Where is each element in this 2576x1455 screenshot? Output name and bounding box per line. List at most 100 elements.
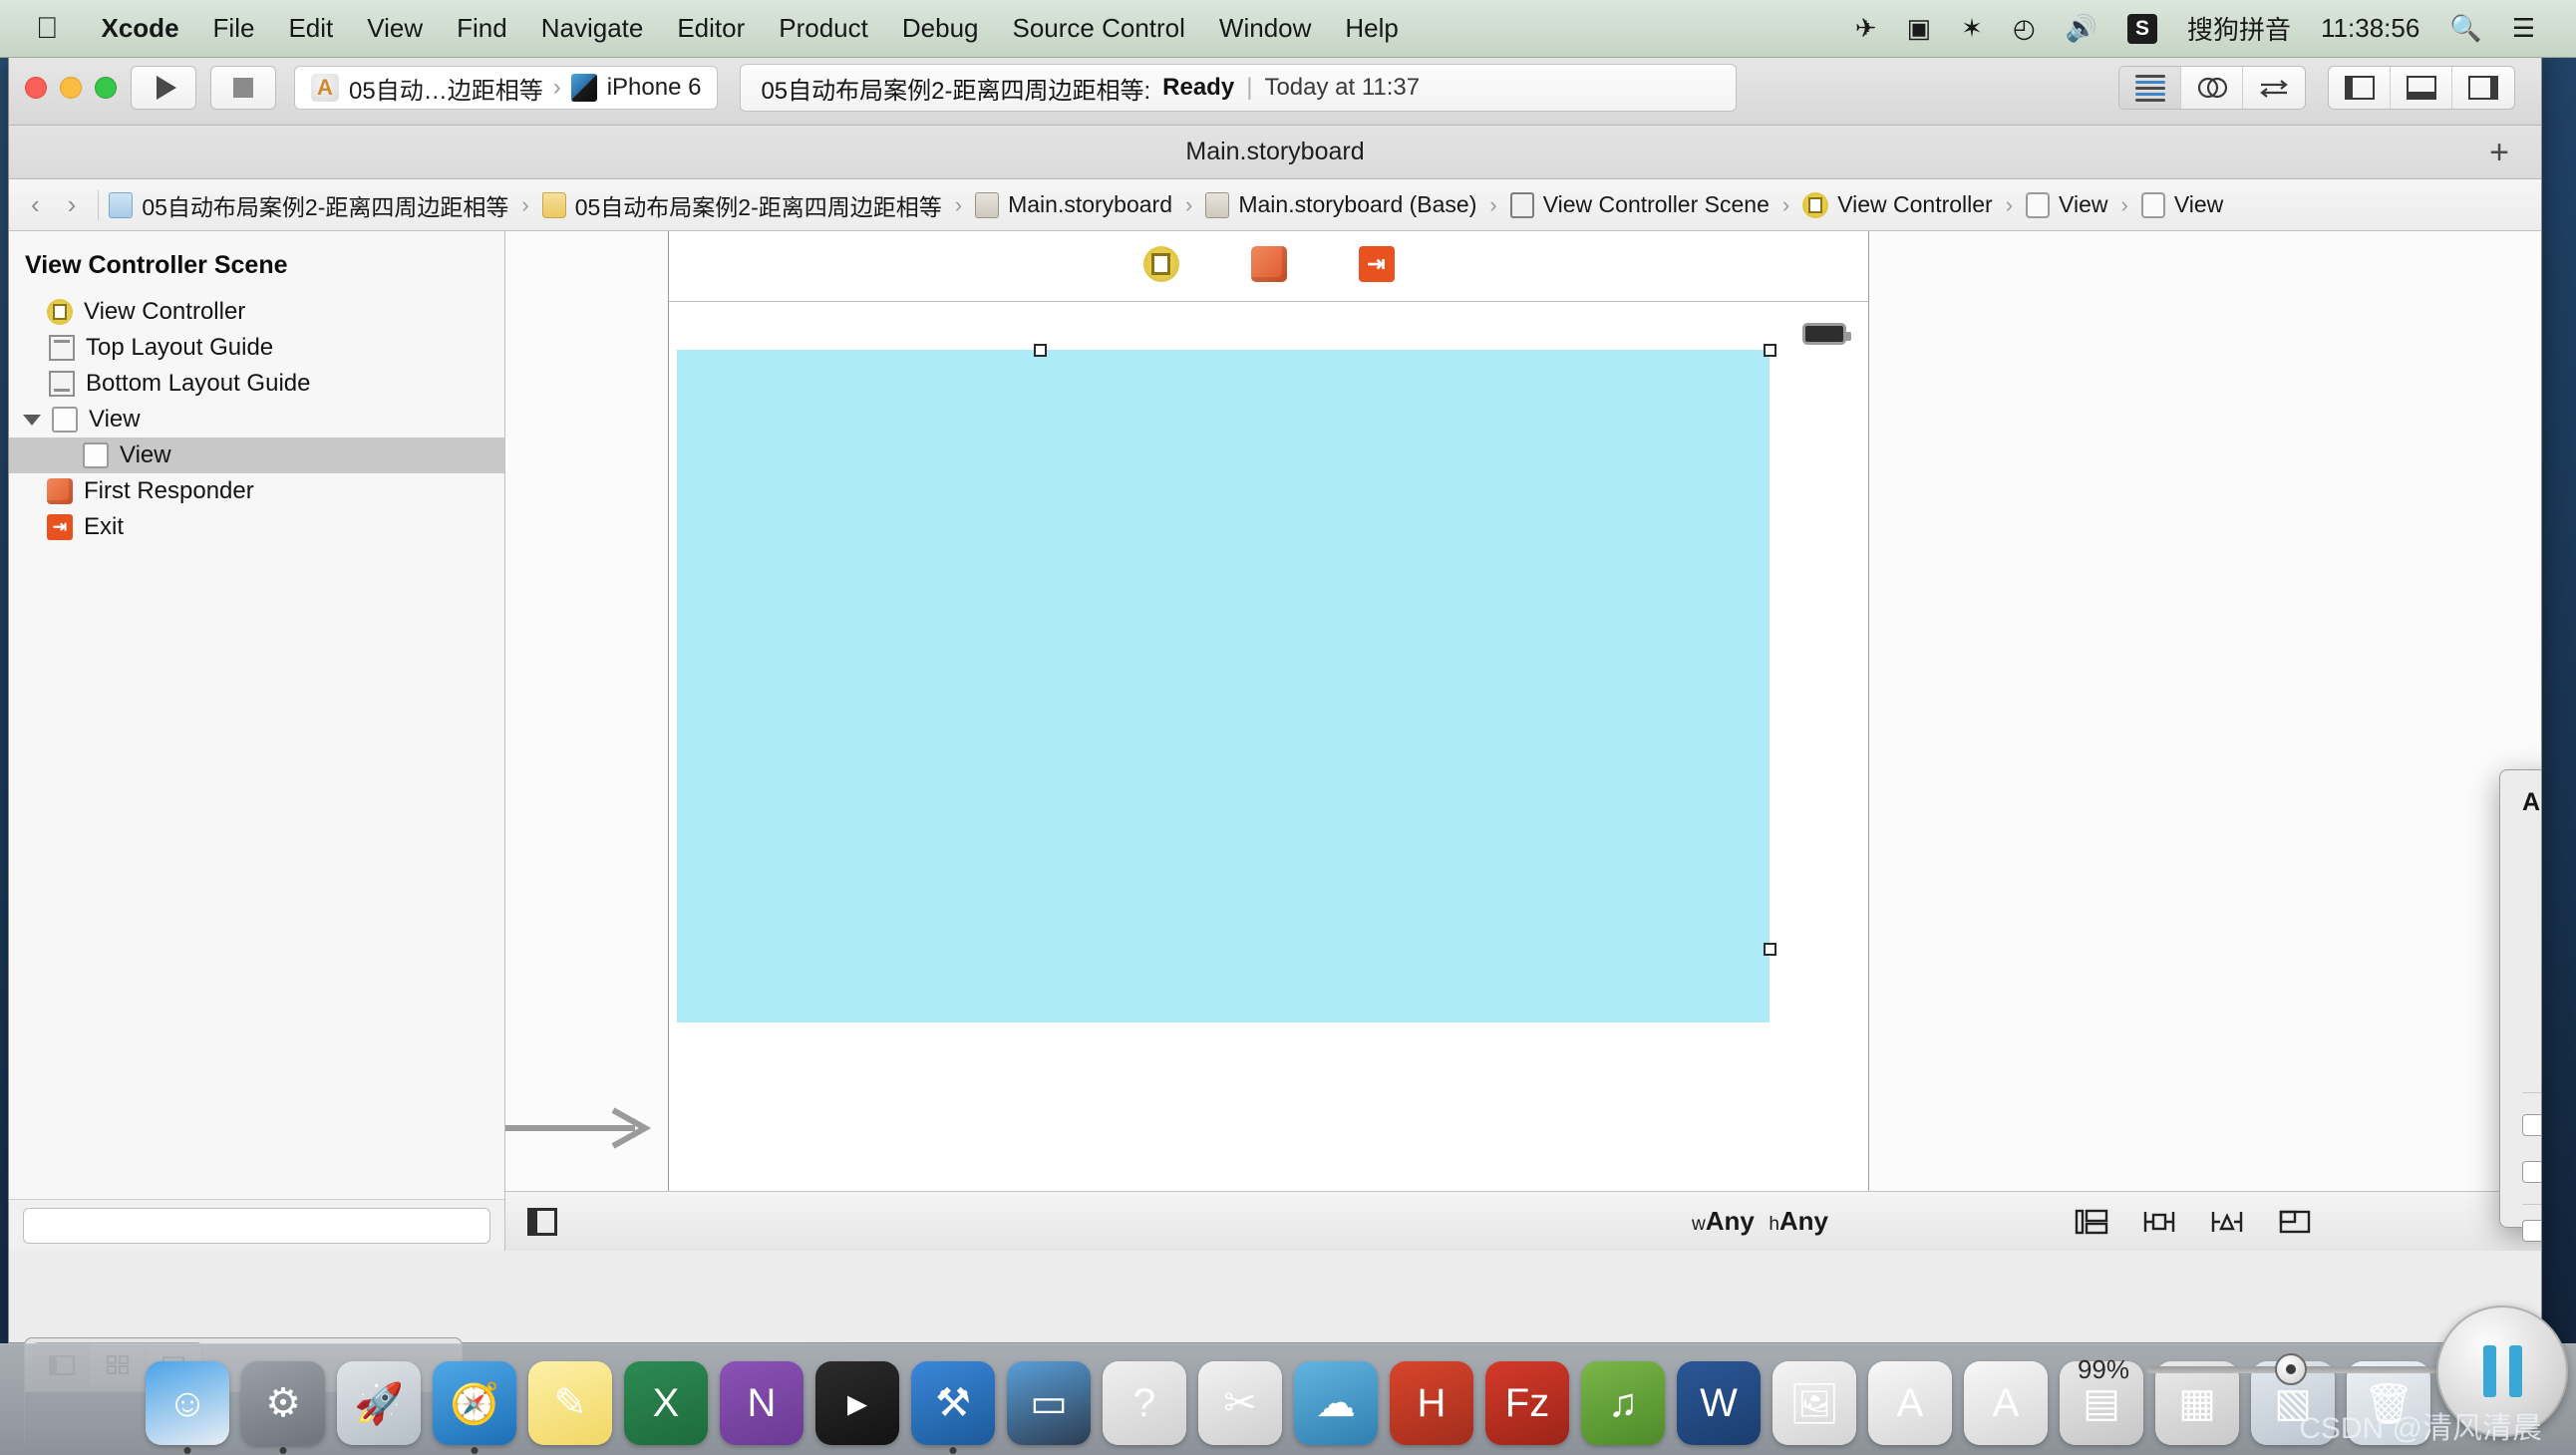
menu-item-window[interactable]: Window — [1202, 13, 1328, 44]
zoom-slider-track[interactable] — [2147, 1353, 2476, 1385]
align-button[interactable] — [2075, 1207, 2108, 1237]
terminal-icon[interactable]: ▸ — [815, 1361, 899, 1445]
outline-filter-input[interactable] — [23, 1207, 490, 1244]
menu-item-find[interactable]: Find — [440, 13, 524, 44]
stop-button[interactable] — [210, 66, 276, 110]
equal-widths-row[interactable]: ≡ Equal Widths — [2522, 1217, 2541, 1244]
interface-builder-canvas[interactable]: ⇥ wAny hAny A — [505, 231, 2541, 1251]
word-icon[interactable]: W — [1677, 1361, 1761, 1445]
outline-row-view-child[interactable]: View — [9, 437, 504, 473]
outline-row-first-responder[interactable]: First Responder — [9, 473, 504, 509]
height-checkbox[interactable] — [2522, 1161, 2541, 1183]
add-new-constraints-popover[interactable]: Add New Constraints 50 50 50 — [2499, 769, 2541, 1242]
size-class-label[interactable]: wAny hAny — [1692, 1206, 1828, 1237]
bluetooth-icon[interactable]: ✶ — [1946, 13, 1998, 44]
font-book-icon[interactable]: A — [1868, 1361, 1952, 1445]
cloud-app-icon[interactable]: ☁ — [1294, 1361, 1378, 1445]
notification-center-icon[interactable]: ☰ — [2497, 13, 2550, 44]
breadcrumb-storyboard-base[interactable]: Main.storyboard (Base) — [1205, 191, 1476, 218]
constrain-to-margins-row[interactable]: ✓ Constrain to margins — [2522, 1053, 2541, 1080]
breadcrumb-view-controller[interactable]: View Controller — [1802, 191, 1993, 218]
media-app-icon[interactable]: ♫ — [1581, 1361, 1665, 1445]
breadcrumb-view-child[interactable]: View — [2140, 191, 2223, 218]
menu-item-debug[interactable]: Debug — [885, 13, 996, 44]
scissors-icon[interactable]: ✂ — [1198, 1361, 1282, 1445]
menu-item-help[interactable]: Help — [1328, 13, 1415, 44]
outline-row-exit[interactable]: ⇥ Exit — [9, 509, 504, 545]
menu-item-product[interactable]: Product — [762, 13, 885, 44]
time-machine-icon[interactable]: ◴ — [1998, 13, 2051, 44]
disclosure-triangle-icon[interactable] — [23, 414, 41, 426]
xcode-icon[interactable]: ⚒ — [911, 1361, 995, 1454]
outline-row-top-layout-guide[interactable]: Top Layout Guide — [9, 330, 504, 366]
back-button[interactable]: ‹ — [19, 189, 52, 220]
selection-handle-right[interactable] — [1764, 943, 1776, 956]
add-tab-button[interactable]: + — [2489, 136, 2509, 169]
width-constraint-row[interactable]: ↔ Width 600 — [2522, 1105, 2541, 1145]
forward-button[interactable]: › — [56, 189, 89, 220]
zoom-slider-knob[interactable] — [2275, 1353, 2307, 1385]
breadcrumb-folder[interactable]: 05自动布局案例2-距离四周边距相等 — [541, 188, 942, 222]
exit-icon[interactable]: ⇥ — [1358, 246, 1395, 282]
equal-widths-checkbox[interactable] — [2522, 1219, 2541, 1242]
pin-button[interactable] — [2142, 1207, 2176, 1237]
onenote-icon[interactable]: N — [720, 1361, 804, 1445]
menu-item-edit[interactable]: Edit — [271, 13, 350, 44]
preview-icon[interactable]: 🖼 — [1772, 1361, 1856, 1445]
active-tab-title[interactable]: Main.storyboard — [9, 138, 2541, 166]
resizing-behavior-button[interactable] — [2278, 1207, 2312, 1237]
outline-row-view-controller[interactable]: View Controller — [9, 294, 504, 330]
breadcrumb-storyboard[interactable]: Main.storyboard — [975, 191, 1172, 218]
breadcrumb-project[interactable]: 05自动布局案例2-距离四周边距相等 — [109, 188, 508, 222]
width-checkbox[interactable] — [2522, 1114, 2541, 1136]
version-editor-button[interactable] — [2243, 67, 2305, 109]
input-method-label[interactable]: 搜狗拼音 — [2172, 10, 2306, 47]
apple-menu-icon[interactable]:  — [36, 13, 59, 44]
close-button[interactable] — [25, 77, 47, 99]
breadcrumb-view-parent[interactable]: View — [2026, 191, 2107, 218]
notes-icon[interactable]: ✎ — [528, 1361, 612, 1445]
selected-subview[interactable] — [677, 350, 1770, 1022]
toggle-utilities-button[interactable] — [2452, 67, 2514, 109]
selection-handle-top-right[interactable] — [1764, 344, 1776, 357]
excel-icon[interactable]: X — [624, 1361, 708, 1445]
menu-item-xcode[interactable]: Xcode — [85, 13, 196, 44]
outline-row-bottom-layout-guide[interactable]: Bottom Layout Guide — [9, 366, 504, 402]
first-responder-icon[interactable] — [1250, 246, 1287, 282]
constraint-struts[interactable] — [2522, 833, 2541, 1022]
standard-editor-button[interactable] — [2119, 67, 2181, 109]
help-icon[interactable]: ? — [1103, 1361, 1186, 1445]
outline-row-view-parent[interactable]: View — [9, 402, 504, 437]
breadcrumb-scene[interactable]: View Controller Scene — [1509, 191, 1770, 218]
safari-icon[interactable]: 🧭 — [433, 1361, 516, 1454]
font-book-alt-icon[interactable]: A — [1964, 1361, 2048, 1445]
view-controller-icon[interactable] — [1142, 246, 1179, 282]
height-constraint-row[interactable]: ↕ Height 600 — [2522, 1152, 2541, 1192]
input-method-badge[interactable]: S — [2112, 13, 2172, 44]
selection-handle-top[interactable] — [1034, 344, 1047, 357]
run-button[interactable] — [131, 66, 196, 110]
minimize-button[interactable] — [60, 77, 82, 99]
volume-icon[interactable]: 🔊 — [2051, 13, 2112, 44]
system-preferences-icon[interactable]: ⚙ — [241, 1361, 325, 1454]
resolve-auto-layout-issues-button[interactable] — [2210, 1207, 2244, 1237]
launchpad-icon[interactable]: 🚀 — [337, 1361, 421, 1445]
toggle-navigator-button[interactable] — [2329, 67, 2391, 109]
search-icon[interactable]: 🔍 — [2434, 13, 2496, 44]
view-controller-scene[interactable]: ⇥ — [668, 231, 1869, 1251]
http-tool-icon[interactable]: H — [1390, 1361, 1473, 1445]
menu-item-source-control[interactable]: Source Control — [996, 13, 1202, 44]
menu-item-editor[interactable]: Editor — [660, 13, 762, 44]
scheme-selector[interactable]: A 05自动…边距相等 › iPhone 6 — [294, 66, 719, 110]
finder-icon[interactable]: ☺ — [146, 1361, 229, 1454]
toggle-debug-area-button[interactable] — [2391, 67, 2452, 109]
airdrop-icon[interactable]: ✈ — [1840, 13, 1892, 44]
assistant-editor-button[interactable] — [2181, 67, 2243, 109]
menu-bar-clock[interactable]: 11:38:56 — [2306, 13, 2434, 44]
menu-item-navigate[interactable]: Navigate — [524, 13, 661, 44]
menu-item-view[interactable]: View — [350, 13, 440, 44]
menu-item-file[interactable]: File — [196, 13, 272, 44]
toggle-document-outline-button[interactable] — [527, 1207, 557, 1236]
screen-record-icon[interactable]: ▣ — [1892, 13, 1947, 44]
filezilla-icon[interactable]: Fz — [1485, 1361, 1569, 1445]
